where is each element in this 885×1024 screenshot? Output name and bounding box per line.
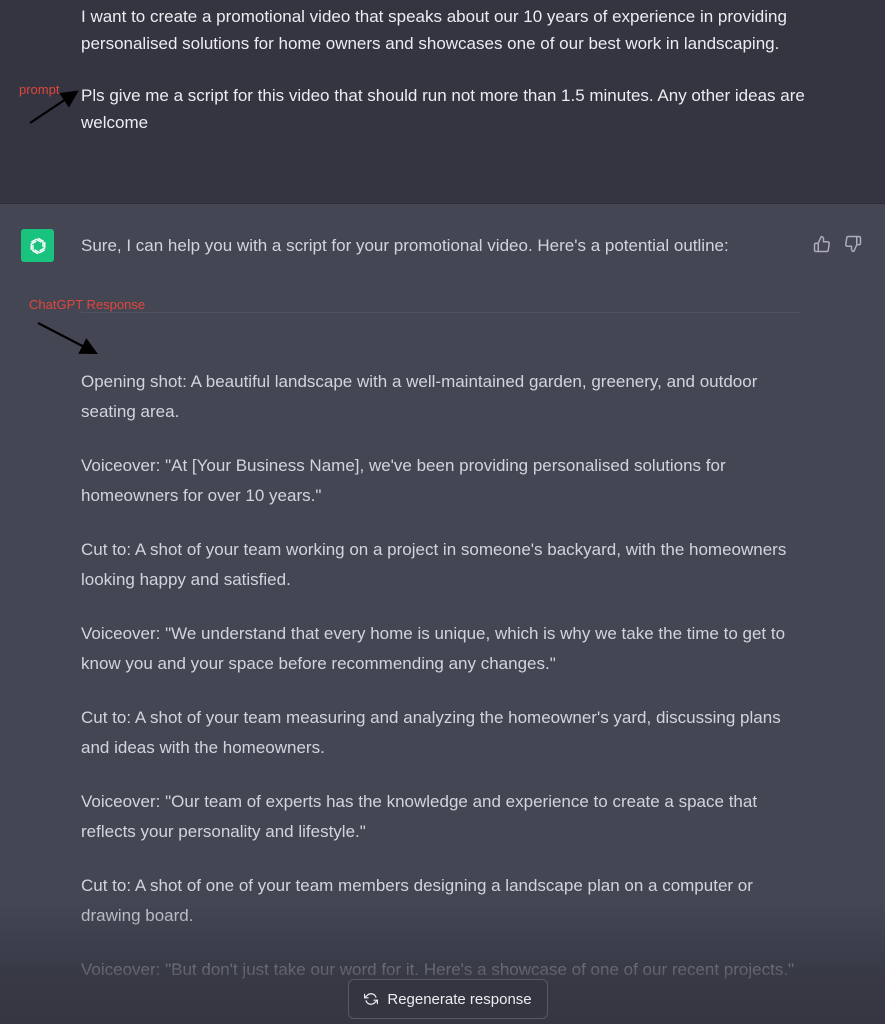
response-arrow xyxy=(37,322,98,355)
annotation-arrows xyxy=(29,90,98,355)
regenerate-response-button[interactable]: Regenerate response xyxy=(348,979,548,1019)
regenerate-response-label: Regenerate response xyxy=(387,990,532,1008)
refresh-icon xyxy=(364,992,379,1006)
prompt-arrow xyxy=(29,90,79,124)
